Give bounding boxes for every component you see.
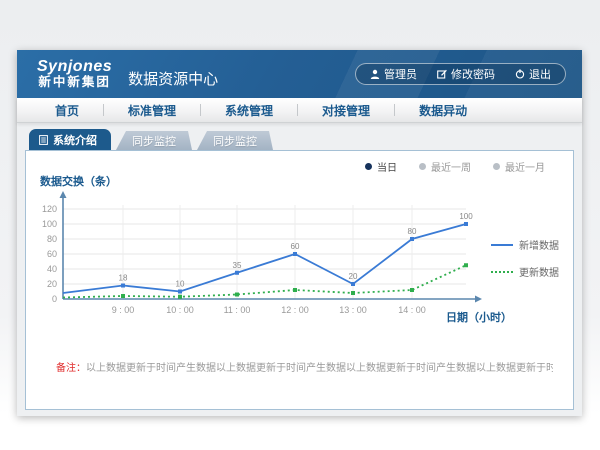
change-password-button[interactable]: 修改密码 (427, 66, 505, 82)
period-label: 当日 (377, 159, 397, 174)
svg-text:20: 20 (349, 272, 358, 281)
change-password-label: 修改密码 (451, 66, 495, 82)
legend-label: 新增数据 (519, 237, 559, 252)
svg-text:11 : 00: 11 : 00 (224, 305, 251, 315)
logout-label: 退出 (529, 66, 551, 82)
power-icon (515, 69, 525, 79)
legend-entry-new-data: 新增数据 (491, 237, 567, 252)
period-option-today[interactable]: 当日 (365, 159, 397, 174)
brand-logo-cn: 新中新集团 (37, 76, 112, 89)
legend-entry-update-data: 更新数据 (491, 264, 567, 279)
footnote: 备注：以上数据更新于时间产生数据以上数据更新于时间产生数据以上数据更新于时间产生… (56, 359, 553, 374)
tab-sync-monitor-2[interactable]: 同步监控 (197, 131, 273, 150)
period-option-last-week[interactable]: 最近一周 (419, 159, 471, 174)
content-area: 系统介绍 同步监控 同步监控 当日 最近一周 (17, 124, 582, 416)
user-button[interactable]: 管理员 (360, 66, 427, 82)
svg-text:14 : 00: 14 : 00 (398, 305, 426, 315)
y-axis-title: 数据交换（条） (40, 173, 117, 189)
svg-text:60: 60 (291, 242, 300, 251)
line-chart: 0 20 40 60 80 100 120 9 : 00 10 : 00 11 : 00 12 : … (26, 191, 504, 341)
svg-text:35: 35 (233, 261, 242, 270)
period-filter: 当日 最近一周 最近一月 (365, 159, 545, 174)
tab-system-intro[interactable]: 系统介绍 (29, 129, 111, 150)
svg-text:10 : 00: 10 : 00 (166, 305, 194, 315)
nav-item-standard-mgmt[interactable]: 标准管理 (104, 102, 200, 119)
page-title: 数据资源中心 (128, 68, 218, 89)
app-header: Synjones 新中新集团 数据资源中心 管理员 修改密码 退出 (17, 50, 582, 98)
svg-text:20: 20 (47, 279, 57, 289)
svg-text:100: 100 (459, 212, 473, 221)
svg-text:13 : 00: 13 : 00 (339, 305, 367, 315)
user-toolbar: 管理员 修改密码 退出 (355, 63, 566, 85)
period-label: 最近一月 (505, 159, 545, 174)
user-label: 管理员 (384, 66, 417, 82)
main-nav: 首页 标准管理 系统管理 对接管理 数据异动 (17, 98, 582, 123)
tab-label: 同步监控 (132, 133, 176, 149)
nav-item-system-mgmt[interactable]: 系统管理 (201, 102, 297, 119)
svg-text:80: 80 (408, 227, 417, 236)
period-label: 最近一周 (431, 159, 471, 174)
brand-logo-en: Synjones (37, 59, 112, 76)
svg-text:12 : 00: 12 : 00 (281, 305, 309, 315)
x-axis-title: 日期（小时） (446, 309, 512, 325)
svg-text:40: 40 (47, 264, 57, 274)
tab-label: 同步监控 (213, 133, 257, 149)
radio-dot-icon (365, 163, 372, 170)
svg-text:18: 18 (119, 274, 128, 283)
svg-text:120: 120 (42, 204, 57, 214)
page-card: Synjones 新中新集团 数据资源中心 管理员 修改密码 退出 (17, 50, 582, 416)
svg-text:100: 100 (42, 219, 57, 229)
footnote-prefix: 备注： (56, 363, 86, 374)
nav-item-data-changes[interactable]: 数据异动 (395, 102, 491, 119)
series-legend: 新增数据 更新数据 (491, 237, 567, 291)
footnote-text: 以上数据更新于时间产生数据以上数据更新于时间产生数据以上数据更新于时间产生数据以… (86, 363, 553, 374)
edit-icon (437, 69, 447, 79)
tab-sync-monitor-1[interactable]: 同步监控 (116, 131, 192, 150)
tab-strip: 系统介绍 同步监控 同步监控 (29, 129, 273, 150)
document-icon (39, 135, 48, 145)
period-option-last-month[interactable]: 最近一月 (493, 159, 545, 174)
tab-label: 系统介绍 (53, 132, 97, 148)
radio-dot-icon (419, 163, 426, 170)
brand-logo: Synjones 新中新集团 (37, 59, 112, 89)
dotted-line-icon (491, 271, 513, 273)
svg-text:60: 60 (47, 249, 57, 259)
nav-item-connection-mgmt[interactable]: 对接管理 (298, 102, 394, 119)
logout-button[interactable]: 退出 (505, 66, 561, 82)
nav-item-home[interactable]: 首页 (31, 102, 103, 119)
solid-line-icon (491, 244, 513, 246)
chart-panel: 当日 最近一周 最近一月 数据交换（条） 0 20 40 60 80 100 120 9 : … (25, 150, 574, 410)
svg-text:10: 10 (176, 280, 185, 289)
radio-dot-icon (493, 163, 500, 170)
svg-text:0: 0 (52, 294, 57, 304)
svg-text:9 : 00: 9 : 00 (112, 305, 135, 315)
svg-text:80: 80 (47, 234, 57, 244)
user-icon (370, 69, 380, 79)
legend-label: 更新数据 (519, 264, 559, 279)
